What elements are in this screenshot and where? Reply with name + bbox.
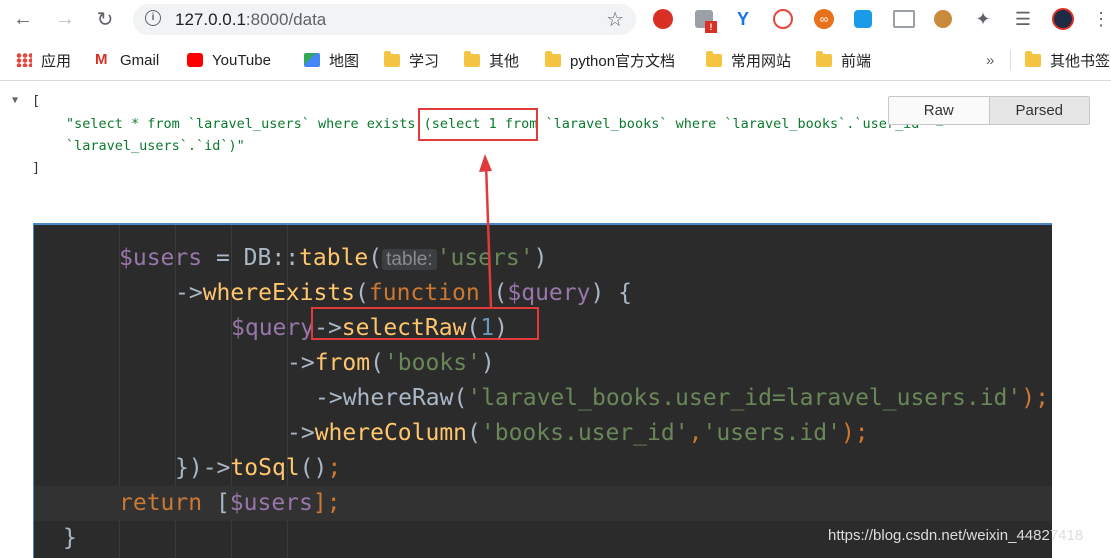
translate-extension-icon[interactable]	[893, 8, 915, 30]
code-line-5: ->whereRaw('laravel_books.user_id=larave…	[315, 385, 1049, 411]
url-host: 127.0.0.1	[175, 10, 246, 29]
json-open-bracket: [	[32, 93, 41, 109]
json-close-bracket: ]	[32, 160, 41, 176]
bookmark-label: YouTube	[212, 51, 271, 69]
bookmark-other[interactable]: 其他	[464, 50, 519, 70]
hexagon-extension-icon[interactable]	[852, 8, 874, 30]
parsed-button[interactable]: Parsed	[988, 97, 1089, 124]
code-line-3: $query->selectRaw(1)	[231, 315, 508, 341]
highlight-box-sql	[418, 108, 538, 141]
media-queue-icon[interactable]: ☰	[1012, 8, 1034, 30]
folder-icon	[1025, 50, 1041, 67]
bookmark-label: 学习	[409, 52, 440, 70]
browser-toolbar: ← → ↻ i 127.0.0.1:8000/data ☆ ! Y ∞ ✦ ☰ …	[0, 0, 1111, 40]
avatar[interactable]	[1052, 8, 1074, 30]
bookmarks-bar: 应用 M Gmail YouTube 地图 学习 其他 python官方文档 常用…	[0, 40, 1111, 81]
youtube-icon	[187, 53, 203, 67]
url-path: :8000/data	[245, 10, 327, 29]
bookmark-label: 其他	[489, 52, 520, 70]
bookmark-apps[interactable]: 应用	[16, 50, 71, 70]
code-editor-snippet: $users = DB::table(table:'users') ->wher…	[33, 223, 1052, 558]
raw-parsed-toggle: Raw Parsed	[888, 96, 1090, 125]
bookmark-other-bookmarks[interactable]: 其他书签	[1025, 50, 1110, 70]
infinity-extension-icon[interactable]: ∞	[813, 8, 835, 30]
parameter-hint: table:	[382, 249, 437, 270]
bookmark-study[interactable]: 学习	[384, 50, 439, 70]
address-bar[interactable]: i 127.0.0.1:8000/data ☆	[133, 4, 636, 35]
bookmark-youtube[interactable]: YouTube	[187, 50, 271, 70]
info-icon[interactable]: i	[145, 10, 161, 26]
bookmark-common-sites[interactable]: 常用网站	[706, 50, 791, 70]
forward-icon[interactable]: →	[52, 6, 78, 32]
menu-icon[interactable]: ⋮	[1090, 8, 1111, 30]
highlight-box-selectraw	[311, 307, 539, 340]
code-line-2: ->whereExists(function ($query) {	[175, 280, 633, 306]
bookmark-label: 应用	[41, 52, 72, 70]
cookie-extension-icon[interactable]	[932, 8, 954, 30]
maps-icon	[304, 53, 320, 67]
bookmarks-divider	[1010, 50, 1011, 70]
folder-icon	[384, 50, 400, 67]
bookmark-map[interactable]: 地图	[304, 50, 359, 70]
puzzle-icon[interactable]: ✦	[972, 8, 994, 30]
json-string-line-2: `laravel_users`.`id`)"	[66, 138, 245, 154]
back-icon[interactable]: ←	[10, 6, 36, 32]
code-line-7: })->toSql();	[175, 455, 342, 481]
gmail-icon: M	[95, 51, 108, 68]
code-line-4: ->from('books')	[287, 350, 495, 376]
apps-grid-icon	[16, 53, 32, 67]
code-line-8: return [$users];	[34, 486, 1052, 521]
bookmark-label: 常用网站	[731, 52, 792, 70]
media-extension-icon[interactable]	[772, 8, 794, 30]
bookmark-label: 地图	[329, 52, 360, 70]
code-line-6: ->whereColumn('books.user_id','users.id'…	[287, 420, 869, 446]
folder-icon	[545, 50, 561, 67]
code-line-1: $users = DB::table(table:'users')	[119, 245, 548, 271]
bookmark-label: 前端	[841, 52, 872, 70]
folder-icon	[816, 50, 832, 67]
bookmark-python-docs[interactable]: python官方文档	[545, 50, 675, 70]
raw-button[interactable]: Raw	[889, 97, 989, 124]
adblock-extension-icon[interactable]	[652, 8, 674, 30]
screenshot-extension-icon[interactable]: !	[693, 8, 717, 33]
collapse-caret-icon[interactable]: ▼	[12, 95, 18, 106]
bookmark-label: Gmail	[120, 51, 160, 69]
bookmark-frontend[interactable]: 前端	[816, 50, 871, 70]
bookmark-label: 其他书签	[1050, 52, 1111, 70]
watermark: https://blog.csdn.net/weixin_44827418	[828, 527, 1084, 544]
folder-icon	[464, 50, 480, 67]
y-extension-icon[interactable]: Y	[732, 8, 754, 30]
red-arrow	[479, 154, 493, 309]
folder-icon	[706, 50, 722, 67]
bookmark-gmail[interactable]: M Gmail	[95, 50, 159, 70]
url-text[interactable]: 127.0.0.1:8000/data	[175, 10, 326, 30]
bookmarks-overflow-button[interactable]: »	[986, 50, 994, 70]
star-icon[interactable]: ☆	[606, 7, 624, 32]
reload-icon[interactable]: ↻	[92, 6, 118, 32]
bookmark-label: python官方文档	[570, 52, 676, 70]
